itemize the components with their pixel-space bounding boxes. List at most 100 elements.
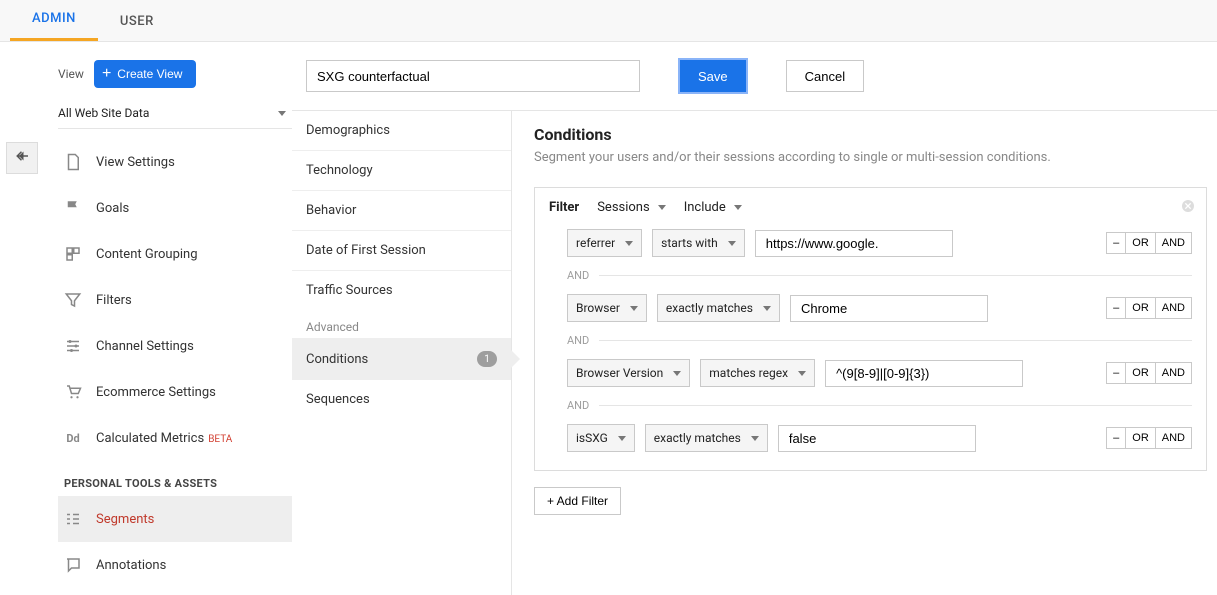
midnav-traffic-sources[interactable]: Traffic Sources xyxy=(292,270,511,310)
and-button[interactable]: AND xyxy=(1156,232,1192,254)
sidebar-item-label: Content Grouping xyxy=(96,247,198,262)
and-button[interactable]: AND xyxy=(1156,427,1192,449)
remove-condition-button[interactable]: – xyxy=(1106,232,1126,254)
create-view-label: Create View xyxy=(117,67,182,81)
remove-condition-button[interactable]: – xyxy=(1106,427,1126,449)
flag-icon xyxy=(64,199,82,217)
conditions-count-badge: 1 xyxy=(477,351,497,367)
tab-admin[interactable]: ADMIN xyxy=(10,0,98,41)
condition-row: isSXG exactly matches – OR AND xyxy=(567,424,1192,452)
filter-scope-value: Sessions xyxy=(597,200,650,215)
midnav-date-first-session[interactable]: Date of First Session xyxy=(292,230,511,270)
sidebar-item-view-settings[interactable]: View Settings xyxy=(58,139,292,185)
sidebar-item-content-grouping[interactable]: Content Grouping xyxy=(58,231,292,277)
sidebar-item-label: Channel Settings xyxy=(96,339,194,354)
and-divider: AND xyxy=(567,399,1192,412)
and-button[interactable]: AND xyxy=(1156,362,1192,384)
match-type-select[interactable]: exactly matches xyxy=(645,424,768,452)
sidebar-item-label: View Settings xyxy=(96,155,175,170)
dimension-select[interactable]: Browser xyxy=(567,294,647,322)
cancel-button[interactable]: Cancel xyxy=(786,60,864,92)
sliders-icon xyxy=(64,337,82,355)
filter-scope-select[interactable]: Sessions xyxy=(597,200,666,215)
and-divider: AND xyxy=(567,269,1192,282)
cart-icon xyxy=(64,383,82,401)
filter-include-select[interactable]: Include xyxy=(684,200,742,215)
condition-value-input[interactable] xyxy=(825,360,1023,387)
caret-down-icon xyxy=(728,241,736,246)
sidebar-item-label: Annotations xyxy=(96,558,166,573)
sidebar-section-personal: PERSONAL TOOLS & ASSETS xyxy=(58,461,292,496)
and-button[interactable]: AND xyxy=(1156,297,1192,319)
back-button[interactable] xyxy=(6,142,38,174)
segments-icon xyxy=(64,510,82,528)
sidebar-item-filters[interactable]: Filters xyxy=(58,277,292,323)
view-label: View xyxy=(58,67,84,81)
add-filter-button[interactable]: + Add Filter xyxy=(534,487,621,515)
or-button[interactable]: OR xyxy=(1126,297,1156,319)
dimension-value: Browser xyxy=(576,301,620,315)
document-icon xyxy=(64,153,82,171)
sidebar-item-label: Filters xyxy=(96,293,132,308)
page-title: Conditions xyxy=(534,125,1207,144)
sidebar-item-calculated-metrics[interactable]: Dd Calculated MetricsBETA xyxy=(58,415,292,461)
caret-down-icon xyxy=(751,436,759,441)
filter-card: Filter Sessions Include refer xyxy=(534,187,1207,471)
filter-include-value: Include xyxy=(684,200,726,215)
dd-icon: Dd xyxy=(64,429,82,447)
dimension-value: isSXG xyxy=(576,431,608,445)
remove-condition-button[interactable]: – xyxy=(1106,297,1126,319)
midnav-demographics[interactable]: Demographics xyxy=(292,111,511,150)
match-value: matches regex xyxy=(709,366,788,380)
sidebar-item-channel-settings[interactable]: Channel Settings xyxy=(58,323,292,369)
page-subtitle: Segment your users and/or their sessions… xyxy=(534,150,1207,165)
condition-value-input[interactable] xyxy=(755,230,953,257)
remove-filter-button[interactable] xyxy=(1180,198,1196,218)
caret-down-icon xyxy=(625,241,633,246)
group-icon xyxy=(64,245,82,263)
plus-icon: + xyxy=(102,66,111,82)
or-button[interactable]: OR xyxy=(1126,427,1156,449)
midnav-sequences[interactable]: Sequences xyxy=(292,379,511,419)
condition-row: Browser Version matches regex – OR AND xyxy=(567,359,1192,387)
annotation-icon xyxy=(64,556,82,574)
midnav-item-label: Conditions xyxy=(306,352,368,367)
create-view-button[interactable]: + Create View xyxy=(94,60,197,88)
match-value: exactly matches xyxy=(666,301,753,315)
midnav-technology[interactable]: Technology xyxy=(292,150,511,190)
sidebar-item-segments[interactable]: Segments xyxy=(58,496,292,542)
or-button[interactable]: OR xyxy=(1126,232,1156,254)
match-value: starts with xyxy=(661,236,718,250)
dimension-select[interactable]: referrer xyxy=(567,229,642,257)
condition-row: referrer starts with – OR AND xyxy=(567,229,1192,257)
remove-condition-button[interactable]: – xyxy=(1106,362,1126,384)
caret-down-icon xyxy=(763,306,771,311)
midnav-conditions[interactable]: Conditions 1 xyxy=(292,338,511,379)
arrow-left-icon xyxy=(13,147,31,169)
filter-label: Filter xyxy=(549,200,579,215)
view-select[interactable]: All Web Site Data xyxy=(58,98,292,129)
caret-down-icon xyxy=(673,371,681,376)
midnav-advanced-label: Advanced xyxy=(292,310,511,338)
save-button[interactable]: Save xyxy=(680,60,746,92)
sidebar-item-ecommerce-settings[interactable]: Ecommerce Settings xyxy=(58,369,292,415)
condition-row: Browser exactly matches – OR AND xyxy=(567,294,1192,322)
caret-down-icon xyxy=(658,205,666,210)
or-button[interactable]: OR xyxy=(1126,362,1156,384)
sidebar-item-goals[interactable]: Goals xyxy=(58,185,292,231)
caret-down-icon xyxy=(278,111,286,116)
match-type-select[interactable]: exactly matches xyxy=(657,294,780,322)
condition-value-input[interactable] xyxy=(778,425,976,452)
midnav-behavior[interactable]: Behavior xyxy=(292,190,511,230)
dimension-select[interactable]: Browser Version xyxy=(567,359,690,387)
segment-name-input[interactable] xyxy=(306,60,640,92)
sidebar-item-annotations[interactable]: Annotations xyxy=(58,542,292,588)
tab-user[interactable]: USER xyxy=(98,0,176,41)
sidebar-item-label: Segments xyxy=(96,512,154,527)
match-type-select[interactable]: starts with xyxy=(652,229,745,257)
dimension-select[interactable]: isSXG xyxy=(567,424,635,452)
sidebar-item-label: Calculated MetricsBETA xyxy=(96,431,232,446)
sidebar-item-label: Goals xyxy=(96,201,129,216)
match-type-select[interactable]: matches regex xyxy=(700,359,815,387)
condition-value-input[interactable] xyxy=(790,295,988,322)
